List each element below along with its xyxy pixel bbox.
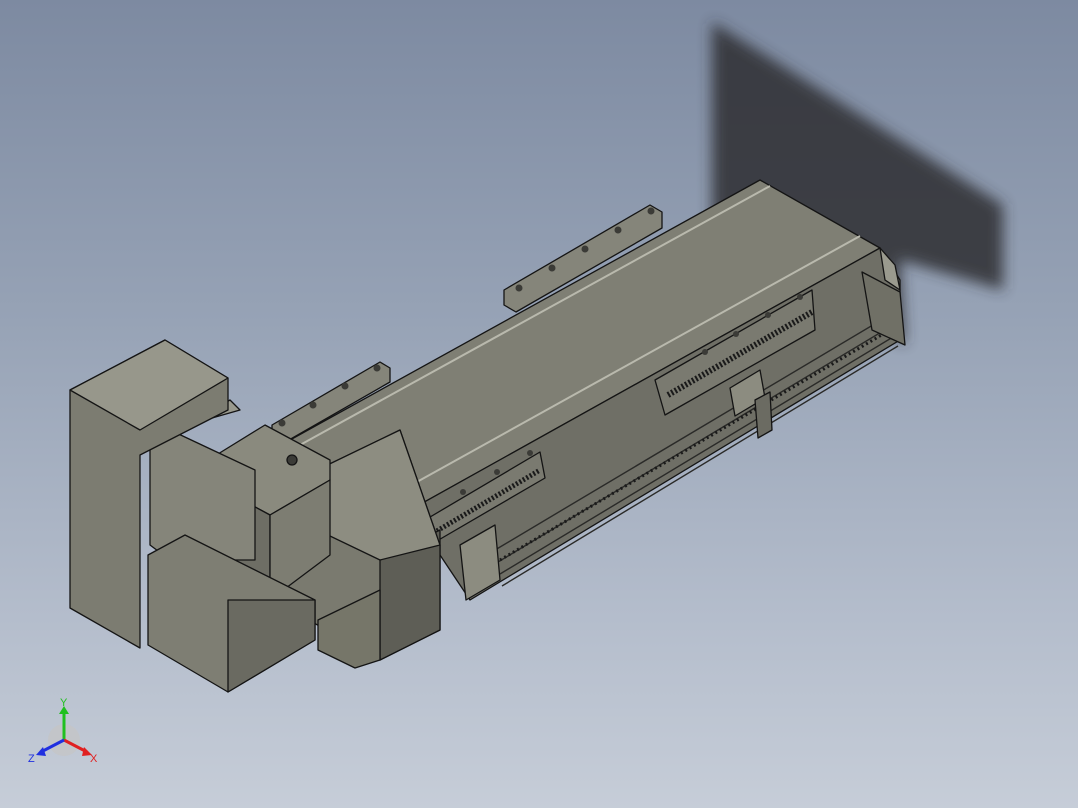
view-orientation-triad[interactable]: Y X Z xyxy=(26,694,106,774)
x-axis-label: X xyxy=(90,753,98,765)
z-axis-head xyxy=(36,747,46,756)
y-axis-label: Y xyxy=(60,697,68,709)
coupling-hole xyxy=(286,454,298,466)
cad-viewport[interactable]: Y X Z xyxy=(0,0,1078,808)
z-axis-label: Z xyxy=(28,753,35,765)
linear-actuator-model[interactable] xyxy=(0,0,1078,808)
